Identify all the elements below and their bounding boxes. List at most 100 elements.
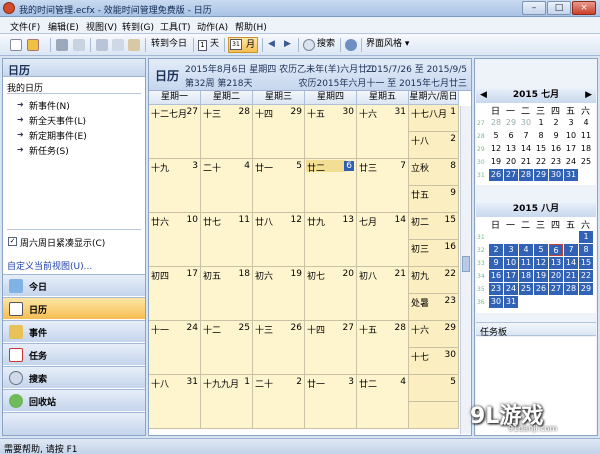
day-cell[interactable]: 初七 20	[305, 267, 357, 321]
menu-file[interactable]: 文件(F)	[10, 20, 40, 33]
mini-day[interactable]: 21	[564, 270, 578, 282]
mini-day[interactable]: 14	[564, 257, 578, 269]
mini-day[interactable]: 17	[564, 143, 578, 155]
mini-day[interactable]: 2	[489, 244, 503, 256]
saturday-cell[interactable]: 5	[409, 375, 459, 402]
mini-day[interactable]: 7	[564, 244, 578, 256]
day-cell[interactable]: 初八 21	[357, 267, 409, 321]
mini-day[interactable]: 14	[519, 143, 533, 155]
sunday-cell[interactable]	[409, 402, 459, 429]
mini-day[interactable]: 11	[579, 130, 593, 142]
mini-day[interactable]: 18	[579, 143, 593, 155]
minimize-button[interactable]: –	[522, 1, 546, 15]
sunday-cell[interactable]: 十七 30	[409, 348, 459, 375]
mini-day[interactable]: 29	[579, 283, 593, 295]
new-event-link[interactable]: 新事件(N)	[29, 99, 70, 112]
mini-day[interactable]: 25	[519, 283, 533, 295]
day-cell[interactable]: 廿一 3	[305, 375, 357, 429]
mini-day[interactable]: 1	[534, 117, 548, 129]
mini-day[interactable]: 28	[489, 117, 503, 129]
menu-edit[interactable]: 编辑(E)	[48, 20, 79, 33]
saturday-cell[interactable]: 初二 15	[409, 213, 459, 240]
mini-day[interactable]: 1	[579, 231, 593, 243]
theme-dropdown[interactable]: 界面风格 ▾	[366, 37, 409, 53]
mini-day[interactable]: 17	[504, 270, 518, 282]
day-cell[interactable]: 十五 30	[305, 105, 357, 159]
nav-recycle-bin[interactable]: 回收站	[3, 389, 145, 411]
day-cell[interactable]: 廿一 5	[253, 159, 305, 213]
menu-help[interactable]: 帮助(H)	[235, 20, 267, 33]
nav-search[interactable]: 搜索	[3, 366, 145, 388]
mini-day[interactable]: 6	[549, 244, 563, 256]
mini-day[interactable]: 30	[519, 117, 533, 129]
new-allday-event-link[interactable]: 新全天事件(L)	[29, 114, 86, 127]
day-cell[interactable]: 廿三 7	[357, 159, 409, 213]
mini-day[interactable]: 30	[549, 169, 563, 181]
day-cell[interactable]: 廿七 11	[201, 213, 253, 267]
mini-day[interactable]: 16	[549, 143, 563, 155]
mini-day[interactable]: 28	[519, 169, 533, 181]
mini-day[interactable]: 3	[564, 117, 578, 129]
day-cell[interactable]: 廿二 6	[305, 159, 357, 213]
mini-day[interactable]: 19	[534, 270, 548, 282]
mini-day[interactable]: 24	[564, 156, 578, 168]
search-button[interactable]: 搜索	[317, 37, 335, 53]
maximize-button[interactable]: □	[547, 1, 571, 15]
prev-month-button[interactable]: ◀	[480, 89, 487, 102]
print-preview-icon[interactable]	[73, 39, 85, 51]
copy-icon[interactable]	[112, 39, 124, 51]
mini-day[interactable]: 2	[549, 117, 563, 129]
cut-icon[interactable]	[96, 39, 108, 51]
day-cell[interactable]: 七月 14	[357, 213, 409, 267]
splitter[interactable]	[3, 267, 145, 271]
mini-day[interactable]: 11	[519, 257, 533, 269]
day-cell[interactable]: 十三 26	[253, 321, 305, 375]
day-cell[interactable]: 十五 28	[357, 321, 409, 375]
mini-day[interactable]: 7	[519, 130, 533, 142]
back-arrow-icon[interactable]: ◀	[268, 37, 275, 53]
mini-day[interactable]: 27	[549, 283, 563, 295]
mini-day[interactable]: 6	[504, 130, 518, 142]
day-cell[interactable]: 廿二 4	[357, 375, 409, 429]
mini-day[interactable]: 8	[579, 244, 593, 256]
mini-day[interactable]: 26	[489, 169, 503, 181]
day-cell[interactable]: 初五 18	[201, 267, 253, 321]
print-icon[interactable]	[56, 39, 68, 51]
mini-day[interactable]: 5	[489, 130, 503, 142]
saturday-cell[interactable]: 初九 22	[409, 267, 459, 294]
day-cell[interactable]: 十二 25	[201, 321, 253, 375]
sunday-cell[interactable]: 十八 2	[409, 132, 459, 159]
mini-day[interactable]: 23	[549, 156, 563, 168]
vertical-scrollbar[interactable]	[460, 106, 471, 434]
day-cell[interactable]: 廿六 10	[149, 213, 201, 267]
new-task-link[interactable]: 新任务(S)	[29, 144, 69, 157]
day-cell[interactable]: 十六 31	[357, 105, 409, 159]
paste-icon[interactable]	[128, 39, 140, 51]
nav-today[interactable]: 今日	[3, 274, 145, 296]
mini-day[interactable]: 15	[534, 143, 548, 155]
task-board-label[interactable]: 任务板	[476, 322, 596, 338]
mini-day[interactable]: 30	[489, 296, 503, 308]
mini-day[interactable]: 27	[504, 169, 518, 181]
mini-day[interactable]: 25	[579, 156, 593, 168]
close-button[interactable]: ×	[572, 1, 596, 15]
month-view-button[interactable]: 31 月	[228, 37, 258, 53]
new-recurring-event-link[interactable]: 新定期事件(E)	[29, 129, 87, 142]
mini-day[interactable]: 12	[534, 257, 548, 269]
mini-day[interactable]: 13	[504, 143, 518, 155]
nav-calendar[interactable]: 日历	[3, 297, 145, 319]
mini-day[interactable]: 16	[489, 270, 503, 282]
sunday-cell[interactable]: 廿五 9	[409, 186, 459, 213]
day-cell[interactable]: 二十 2	[253, 375, 305, 429]
day-cell[interactable]: 初四 17	[149, 267, 201, 321]
mini-day[interactable]: 22	[534, 156, 548, 168]
day-cell[interactable]: 十九 九月 1	[201, 375, 253, 429]
mini-day[interactable]: 13	[549, 257, 563, 269]
day-cell[interactable]: 十四 29	[253, 105, 305, 159]
forward-arrow-icon[interactable]: ▶	[284, 37, 291, 53]
day-cell[interactable]: 二十 4	[201, 159, 253, 213]
mini-day[interactable]: 12	[489, 143, 503, 155]
day-cell[interactable]: 廿八 12	[253, 213, 305, 267]
weekend-compact-checkbox[interactable]: ✓	[8, 237, 17, 246]
mini-day[interactable]: 9	[549, 130, 563, 142]
